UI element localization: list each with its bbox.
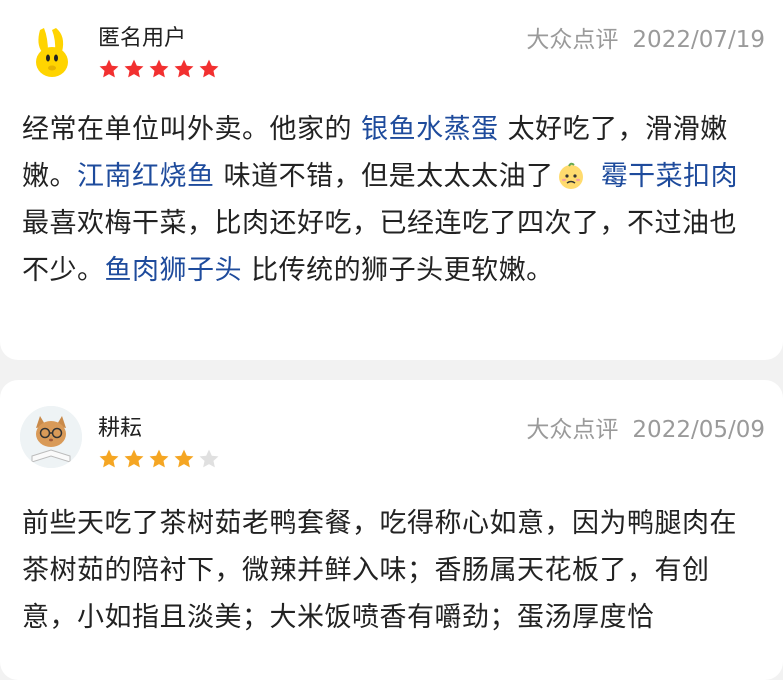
star-empty-icon <box>199 449 219 468</box>
review-date: 2022/07/19 <box>632 27 765 53</box>
star-filled-icon <box>124 59 144 78</box>
worried-face-emoji-icon <box>558 162 583 189</box>
review-text-segment <box>592 161 601 192</box>
star-filled-icon <box>199 59 219 78</box>
kitten-reading-avatar-icon <box>20 406 82 468</box>
review-card: 匿名用户 大众点评 2022/07/19 经常在单位叫外卖。他家的 银鱼水蒸蛋 太… <box>0 0 783 360</box>
review-text-segment: 比传统的狮子头更软嫩。 <box>242 255 554 286</box>
star-rating <box>98 58 220 80</box>
review-card: 耕耘 大众点评 2022/05/09 前些天吃了茶树茹老鸭套餐，吃得称心如意，因为… <box>0 380 783 680</box>
review-source: 大众点评 <box>526 417 619 443</box>
star-filled-icon <box>174 449 194 468</box>
dish-link[interactable]: 银鱼水蒸蛋 <box>361 114 499 145</box>
star-filled-icon <box>99 59 119 78</box>
star-rating <box>98 448 220 470</box>
review-date: 2022/05/09 <box>632 417 765 443</box>
star-filled-icon <box>124 449 144 468</box>
yellow-bunny-avatar-icon <box>22 22 84 84</box>
avatar[interactable] <box>20 406 82 468</box>
avatar[interactable] <box>22 22 84 84</box>
review-text[interactable]: 前些天吃了茶树茹老鸭套餐，吃得称心如意，因为鸭腿肉在茶树茹的陪衬下，微辣并鲜入味… <box>22 500 762 641</box>
dish-link[interactable]: 江南红烧鱼 <box>77 161 215 192</box>
review-text-segment: 味道不错，但是太太太油了 <box>214 161 554 192</box>
user-name[interactable]: 匿名用户 <box>98 20 186 52</box>
star-filled-icon <box>174 59 194 78</box>
review-source: 大众点评 <box>526 27 619 53</box>
review-text-segment: 前些天吃了茶树茹老鸭套餐，吃得称心如意，因为鸭腿肉在茶树茹的陪衬下，微辣并鲜入味… <box>22 508 737 633</box>
dish-link[interactable]: 鱼肉狮子头 <box>105 255 243 286</box>
star-filled-icon <box>149 59 169 78</box>
dish-link[interactable]: 霉干菜扣肉 <box>601 161 739 192</box>
user-name[interactable]: 耕耘 <box>98 410 142 442</box>
review-meta: 大众点评 2022/07/19 <box>526 20 765 54</box>
review-text[interactable]: 经常在单位叫外卖。他家的 银鱼水蒸蛋 太好吃了，滑滑嫩嫩。江南红烧鱼 味道不错，… <box>22 106 762 294</box>
review-text-segment: 经常在单位叫外卖。他家的 <box>22 114 362 145</box>
review-meta: 大众点评 2022/05/09 <box>526 410 765 444</box>
star-filled-icon <box>99 449 119 468</box>
star-filled-icon <box>149 449 169 468</box>
